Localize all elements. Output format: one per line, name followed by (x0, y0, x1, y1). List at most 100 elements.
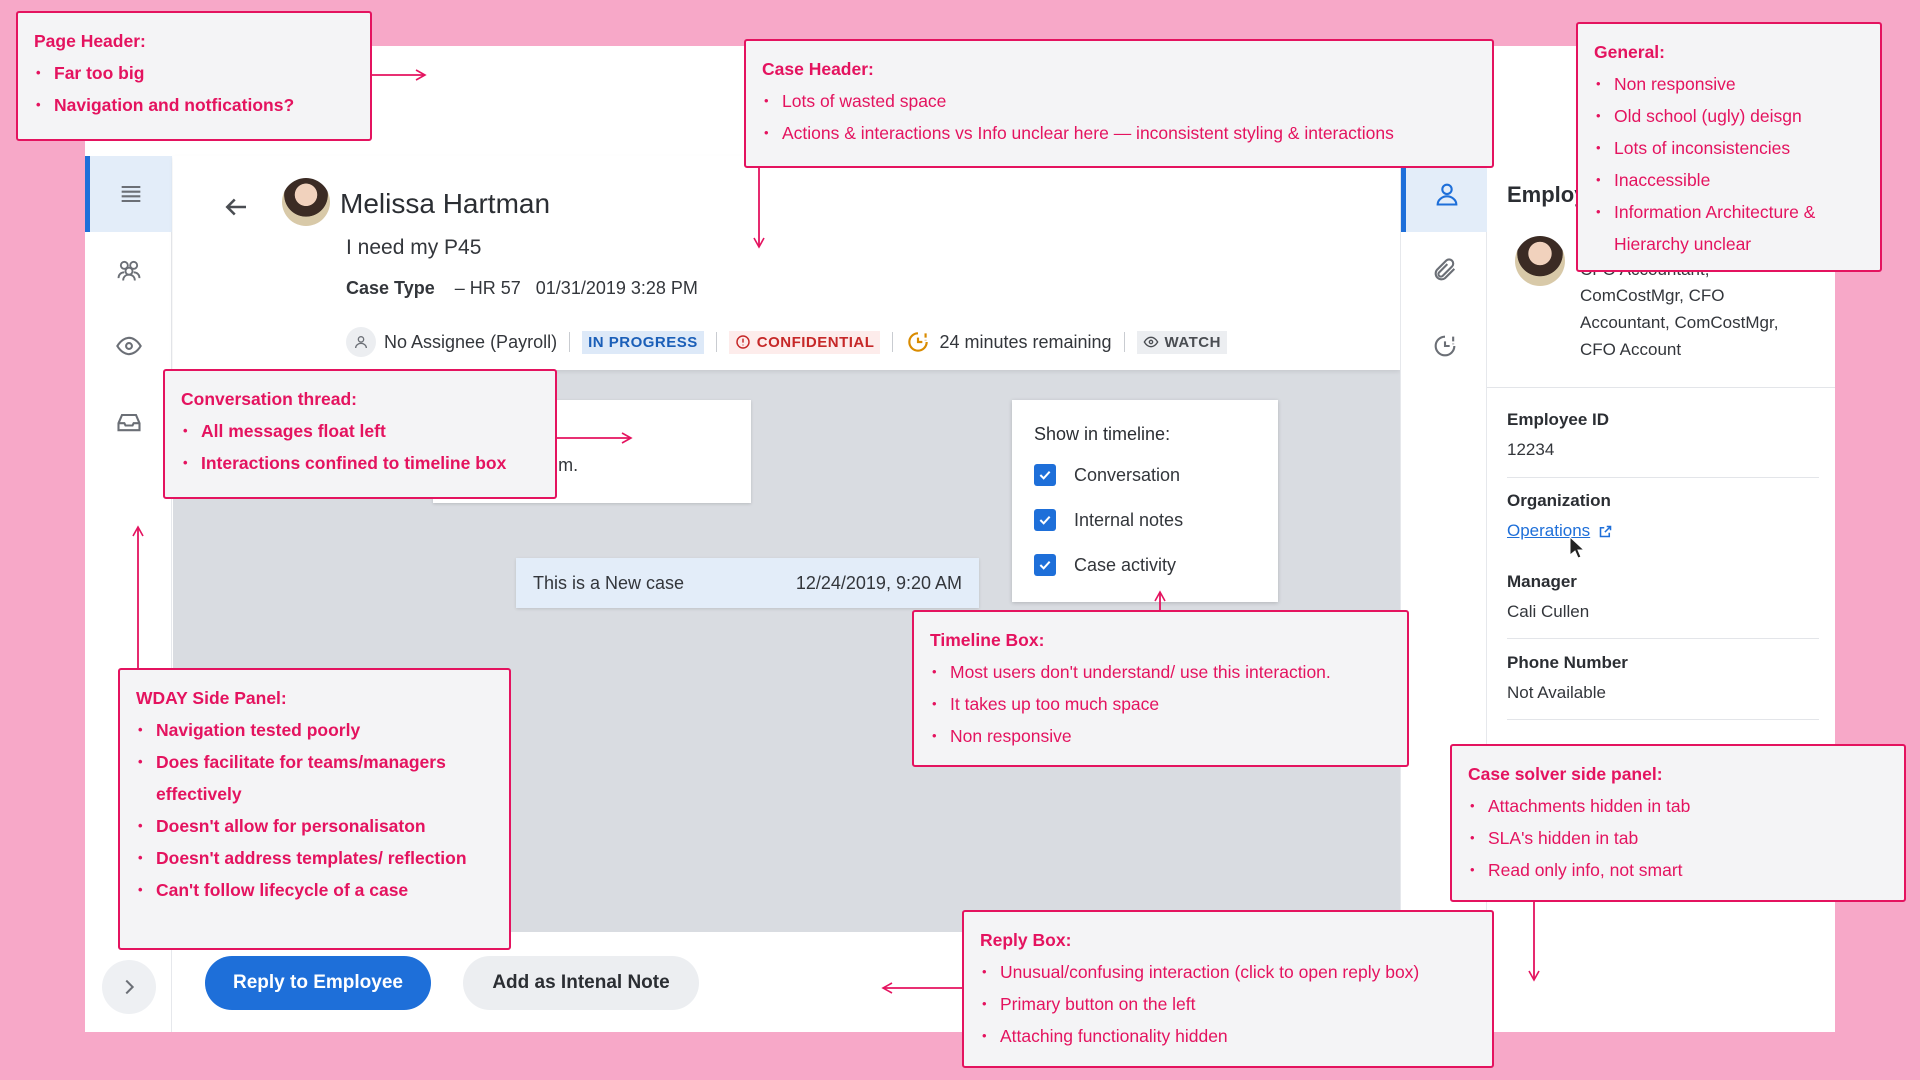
mouse-cursor-icon (1569, 536, 1586, 559)
phone-label: Phone Number (1507, 653, 1628, 672)
note-list: Navigation tested poorly Does facilitate… (136, 714, 493, 906)
note-general: General: Non responsive Old school (ugly… (1576, 22, 1882, 272)
employee-avatar (1515, 236, 1565, 286)
watch-label: WATCH (1164, 333, 1221, 351)
note-item: Old school (ugly) deisgn (1594, 100, 1864, 132)
note-item: Doesn't allow for personalisaton (136, 810, 493, 842)
manager-value: Cali Cullen (1507, 602, 1590, 621)
note-item: Attachments hidden in tab (1468, 790, 1888, 822)
eye-icon (1143, 336, 1158, 348)
user-icon (346, 327, 376, 357)
paperclip-icon (1434, 258, 1455, 281)
divider (1507, 719, 1819, 720)
note-item: Lots of wasted space (762, 85, 1476, 117)
note-item: Does facilitate for teams/managers effec… (136, 746, 493, 810)
check-icon (1039, 515, 1051, 525)
checkbox-checked[interactable] (1034, 509, 1056, 531)
manager-label: Manager (1507, 572, 1577, 591)
divider (715, 332, 717, 352)
nav-watch[interactable] (85, 308, 172, 384)
note-case-header: Case Header: Lots of wasted space Action… (744, 39, 1494, 168)
note-title: Case solver side panel: (1468, 764, 1663, 784)
checkbox-checked[interactable] (1034, 464, 1056, 486)
note-list: Unusual/confusing interaction (click to … (980, 956, 1476, 1052)
check-icon (1039, 560, 1051, 570)
note-list: Most users don't understand/ use this in… (930, 656, 1391, 752)
nav-teams[interactable] (85, 232, 172, 308)
confidential-badge: CONFIDENTIAL (728, 330, 881, 354)
note-item: Primary button on the left (980, 988, 1476, 1020)
case-meta-row: No Assignee (Payroll) IN PROGRESS CONFID… (346, 326, 1227, 358)
note-list: All messages float left Interactions con… (181, 415, 539, 479)
checkbox-checked[interactable] (1034, 554, 1056, 576)
case-header: Melissa Hartman I need my P45 Case Type –… (173, 156, 1400, 370)
option-label: Conversation (1074, 464, 1181, 485)
case-type-row: Case Type – HR 57 01/31/2019 3:28 PM (346, 278, 698, 299)
divider (1487, 387, 1835, 388)
note-item: All messages float left (181, 415, 539, 447)
timeline-option-conversation[interactable]: Conversation (1034, 461, 1278, 489)
divider (1507, 477, 1819, 478)
check-icon (1039, 470, 1051, 480)
back-arrow-icon[interactable] (221, 192, 251, 222)
note-item: Non responsive (1594, 68, 1864, 100)
team-icon (117, 260, 140, 281)
add-internal-note-button[interactable]: Add as Intenal Note (463, 956, 699, 1010)
employee-roles: ComCostMgr, CFO Accountant, ComCostMgr, … (1580, 286, 1779, 359)
note-item: Unusual/confusing interaction (click to … (980, 956, 1476, 988)
note-title: General: (1594, 42, 1665, 62)
case-type-value: – HR 57 (454, 278, 521, 298)
menu-icon (121, 185, 141, 203)
timeline-option-case-activity[interactable]: Case activity (1034, 551, 1278, 579)
option-label: Case activity (1074, 554, 1177, 575)
watch-button[interactable]: WATCH (1136, 330, 1227, 354)
note-item: Inaccessible (1594, 164, 1864, 196)
assignee[interactable]: No Assignee (Payroll) (384, 332, 557, 353)
note-item: Actions & interactions vs Info unclear h… (762, 117, 1476, 149)
note-title: Timeline Box: (930, 630, 1045, 650)
external-link-icon[interactable] (1598, 524, 1613, 539)
eye-icon (115, 336, 142, 356)
phone-value: Not Available (1507, 683, 1606, 702)
employee-id-label: Employee ID (1507, 410, 1610, 429)
note-item: It takes up too much space (930, 688, 1391, 720)
note-list: Lots of wasted space Actions & interacti… (762, 85, 1476, 149)
tab-attachments[interactable] (1401, 232, 1488, 308)
divider (1123, 332, 1125, 352)
sla-timer: 24 minutes remaining (905, 329, 1112, 355)
divider (1507, 638, 1819, 639)
user-icon (1436, 183, 1458, 206)
organization-label: Organization (1507, 491, 1611, 510)
case-created-date: 01/31/2019 3:28 PM (535, 278, 698, 298)
note-reply-box: Reply Box: Unusual/confusing interaction… (962, 910, 1494, 1068)
status-badge: IN PROGRESS (582, 330, 704, 354)
activity-time: 12/24/2019, 9:20 AM (795, 572, 962, 593)
note-title: WDAY Side Panel: (136, 688, 287, 708)
case-subject: I need my P45 (346, 236, 482, 259)
note-title: Reply Box: (980, 930, 1072, 950)
note-title: Case Header: (762, 59, 874, 79)
activity-text: This is a New case (533, 572, 685, 593)
inbox-icon (116, 413, 141, 432)
note-item: SLA's hidden in tab (1468, 822, 1888, 854)
note-item: Navigation and notfications? (34, 89, 354, 121)
nav-inbox[interactable] (85, 384, 172, 460)
sla-text: 24 minutes remaining (939, 331, 1112, 352)
nav-menu[interactable] (85, 156, 172, 232)
note-wday-side-panel: WDAY Side Panel: Navigation tested poorl… (118, 668, 511, 950)
tab-sla[interactable] (1401, 308, 1488, 384)
reply-to-employee-button[interactable]: Reply to Employee (205, 956, 431, 1010)
note-list: Far too big Navigation and notfications? (34, 57, 354, 121)
organization-link[interactable]: Operations (1507, 521, 1613, 541)
option-label: Internal notes (1074, 509, 1184, 530)
panel-title: Employ (1507, 182, 1587, 207)
expand-panel-button[interactable] (102, 960, 156, 1014)
timeline-title: Show in timeline: (1034, 424, 1171, 444)
clock-alert-icon (908, 332, 929, 352)
timeline-option-internal-notes[interactable]: Internal notes (1034, 506, 1278, 534)
note-item: Non responsive (930, 720, 1391, 752)
note-item: Lots of inconsistencies (1594, 132, 1864, 164)
timeline-filter-box: Show in timeline: Conversation Internal … (1012, 400, 1278, 602)
note-item: Most users don't understand/ use this in… (930, 656, 1391, 688)
case-type-label: Case Type (346, 278, 435, 298)
